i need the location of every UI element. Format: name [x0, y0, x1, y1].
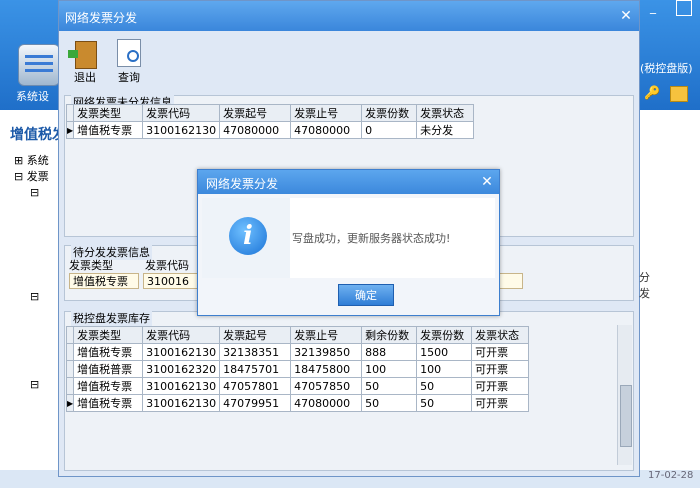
system-settings-label: 系统设 [16, 90, 49, 103]
cell: 可开票 [471, 343, 530, 361]
col-header[interactable]: 发票类型 [73, 326, 144, 344]
tree-expander-2[interactable]: ⊟ [30, 290, 39, 303]
cell: 47057850 [290, 377, 363, 395]
table-row[interactable]: 增值税专票 3100162130 32138351 32139850 888 1… [65, 343, 530, 361]
row-pointer-icon: ▶ [65, 394, 75, 412]
cell: 增值税专票 [73, 343, 144, 361]
inventory-group: 税控盘发票库存 发票类型 发票代码 发票起号 发票止号 剩余份数 发票份数 发票… [64, 310, 634, 471]
cell: 1500 [416, 343, 473, 361]
pending-type-field[interactable]: 增值税专票 [69, 273, 139, 289]
col-header[interactable]: 发票代码 [142, 326, 221, 344]
dialog-titlebar: 网络发票分发 ✕ [198, 170, 499, 194]
table-header-row: 发票类型 发票代码 发票起号 发票止号 剩余份数 发票份数 发票状态 [65, 326, 530, 344]
cell: 50 [361, 377, 418, 395]
cell: 增值税专票 [73, 121, 144, 139]
cell: 47057801 [219, 377, 292, 395]
table-row[interactable]: ▶ 增值税专票 3100162130 47079951 47080000 50 … [65, 394, 530, 412]
cell: 47080000 [290, 394, 363, 412]
col-header[interactable]: 发票状态 [471, 326, 530, 344]
table-row[interactable]: 增值税普票 3100162320 18475701 18475800 100 1… [65, 360, 530, 378]
cell: 0 [361, 121, 418, 139]
maximize-icon[interactable] [676, 0, 692, 16]
window-title: 网络发票分发 [65, 11, 138, 25]
lock-icon[interactable] [670, 86, 688, 102]
cell: 100 [361, 360, 418, 378]
cell: 47080000 [290, 121, 363, 139]
info-icon: i [229, 217, 267, 255]
col-header[interactable]: 发票类型 [73, 104, 144, 122]
dialog-message: 写盘成功，更新服务器状态成功! [292, 232, 451, 245]
query-button[interactable]: 查询 [109, 37, 149, 87]
cell: 3100162130 [142, 121, 221, 139]
key-icon[interactable]: 🔑 [644, 86, 660, 101]
query-label: 查询 [118, 71, 140, 84]
cell: 3100162130 [142, 394, 221, 412]
tree-item-invoice[interactable]: ⊟ 发票 [14, 168, 49, 184]
cell: 47080000 [219, 121, 292, 139]
cell: 888 [361, 343, 418, 361]
tree-item-system[interactable]: ⊞ 系统 [14, 152, 49, 168]
inventory-title: 税控盘发票库存 [71, 310, 152, 326]
tree-expander-1[interactable]: ⊟ [30, 186, 39, 199]
cell: 可开票 [471, 360, 530, 378]
dialog-body: i 写盘成功，更新服务器状态成功! [202, 198, 495, 278]
edition-label: (税控盘版) [640, 62, 693, 75]
col-header[interactable]: 发票起号 [219, 326, 292, 344]
cell: 增值税普票 [73, 360, 144, 378]
success-dialog: 网络发票分发 ✕ i 写盘成功，更新服务器状态成功! 确定 [197, 169, 500, 316]
row-pointer-icon: ▶ [65, 121, 75, 139]
cell: 3100162130 [142, 343, 221, 361]
cell: 50 [416, 377, 473, 395]
col-header[interactable]: 发票代码 [142, 104, 221, 122]
col-header[interactable]: 发票止号 [290, 326, 363, 344]
pending-type-label: 发票类型 [69, 259, 113, 272]
cell: 3100162320 [142, 360, 221, 378]
table-header-row: 发票类型 发票代码 发票起号 发票止号 发票份数 发票状态 [65, 104, 475, 122]
table-row[interactable]: ▶ 增值税专票 3100162130 47080000 47080000 0 未… [65, 121, 475, 139]
dialog-title: 网络发票分发 [206, 177, 279, 191]
cell: 18475701 [219, 360, 292, 378]
ok-button[interactable]: 确定 [338, 284, 394, 306]
status-date: 17-02-28 [648, 470, 694, 481]
inventory-scrollbar[interactable] [617, 325, 632, 465]
cell: 3100162130 [142, 377, 221, 395]
scrollbar-thumb[interactable] [620, 385, 632, 447]
undistributed-table: 发票类型 发票代码 发票起号 发票止号 发票份数 发票状态 ▶ 增值税专票 31… [65, 104, 475, 139]
col-header[interactable]: 发票起号 [219, 104, 292, 122]
cell: 50 [361, 394, 418, 412]
exit-button[interactable]: 退出 [65, 37, 105, 87]
cell: 增值税专票 [73, 394, 144, 412]
col-header[interactable]: 发票份数 [416, 326, 473, 344]
col-header[interactable]: 发票状态 [416, 104, 475, 122]
distribute-label[interactable]: 分发 [639, 269, 650, 301]
cell: 47079951 [219, 394, 292, 412]
cell: 未分发 [416, 121, 475, 139]
dialog-close-icon[interactable]: ✕ [478, 173, 496, 191]
dialog-icon-area: i [202, 198, 290, 278]
cell: 50 [416, 394, 473, 412]
exit-label: 退出 [74, 71, 96, 84]
cell: 100 [416, 360, 473, 378]
cell: 18475800 [290, 360, 363, 378]
col-header[interactable]: 发票止号 [290, 104, 363, 122]
cell: 可开票 [471, 394, 530, 412]
minimize-icon[interactable]: _ [650, 0, 664, 14]
tree-expander-3[interactable]: ⊟ [30, 378, 39, 391]
col-header[interactable]: 发票份数 [361, 104, 418, 122]
cell: 32138351 [219, 343, 292, 361]
col-header[interactable]: 剩余份数 [361, 326, 418, 344]
inventory-table: 发票类型 发票代码 发票起号 发票止号 剩余份数 发票份数 发票状态 增值税专票… [65, 326, 530, 412]
query-icon [117, 39, 141, 67]
cell: 增值税专票 [73, 377, 144, 395]
system-settings-icon[interactable] [18, 44, 60, 86]
window-close-icon[interactable]: ✕ [617, 7, 635, 25]
pending-code-label: 发票代码 [145, 259, 189, 272]
pending-extra-field[interactable] [499, 273, 523, 289]
exit-icon [68, 41, 97, 69]
table-row[interactable]: 增值税专票 3100162130 47057801 47057850 50 50… [65, 377, 530, 395]
cell: 32139850 [290, 343, 363, 361]
window-titlebar: 网络发票分发 ✕ [59, 1, 639, 31]
cell: 可开票 [471, 377, 530, 395]
